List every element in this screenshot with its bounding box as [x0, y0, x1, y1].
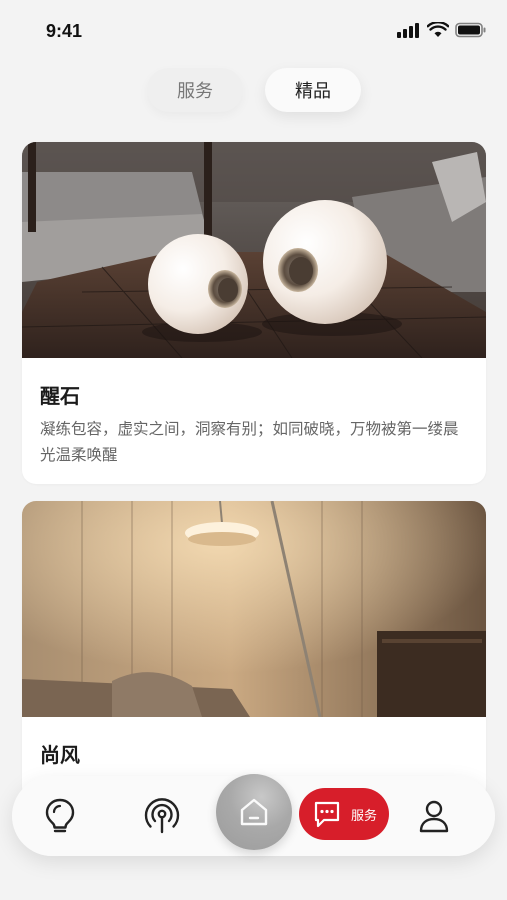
product-image [22, 142, 486, 358]
user-icon [419, 800, 449, 833]
product-title: 醒石 [40, 384, 80, 408]
tab-featured[interactable]: 精品 [265, 68, 361, 112]
product-title: 尚风 [40, 743, 80, 767]
status-bar: 9:41 [0, 0, 507, 60]
cellular-signal-icon [397, 23, 419, 38]
tab-service[interactable]: 服务 [147, 68, 243, 112]
nav-service-button[interactable]: 服务 [299, 788, 389, 840]
signal-icon [144, 798, 180, 834]
nav-user[interactable] [412, 794, 456, 838]
status-time: 9:41 [46, 21, 83, 41]
product-image [22, 501, 486, 717]
lightbulb-icon [45, 798, 75, 833]
nav-lightbulb[interactable] [38, 794, 82, 838]
wifi-icon [427, 22, 449, 37]
status-icons [397, 22, 487, 38]
product-card[interactable]: 醒石 凝练包容，虚实之间，洞察有别；如同破晓，万物被第一缕晨光温柔唤醒 [22, 142, 486, 484]
bottom-nav: 服务 [12, 774, 495, 856]
home-icon [240, 798, 268, 826]
product-card[interactable]: 尚风 [22, 501, 486, 801]
product-description: 凝练包容，虚实之间，洞察有别；如同破晓，万物被第一缕晨光温柔唤醒 [40, 420, 459, 464]
nav-service-label: 服务 [350, 808, 377, 824]
nav-signal[interactable] [140, 794, 184, 838]
chat-icon [314, 801, 340, 828]
battery-icon [455, 22, 486, 38]
nav-home[interactable] [216, 774, 292, 850]
